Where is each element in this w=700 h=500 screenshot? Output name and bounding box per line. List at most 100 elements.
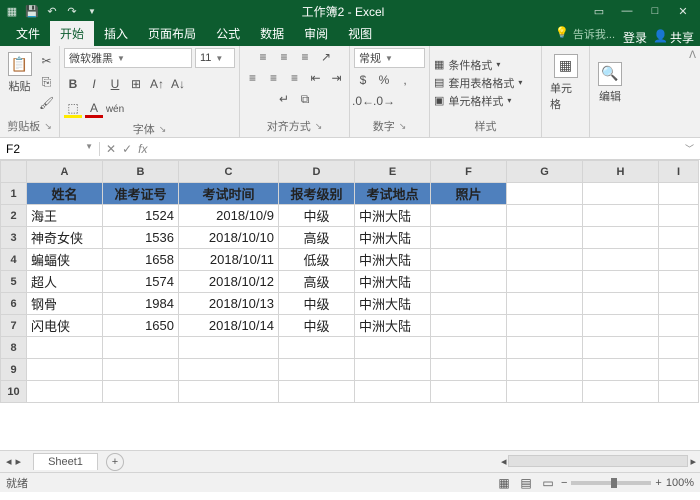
tab-公式[interactable]: 公式: [206, 21, 250, 46]
dialog-launcher-icon[interactable]: ↘: [159, 124, 167, 135]
increase-decimal-icon[interactable]: .0←: [354, 92, 372, 110]
cut-icon[interactable]: ✂: [38, 52, 56, 70]
phonetic-icon[interactable]: wén: [106, 100, 124, 118]
cell-D4[interactable]: 低级: [279, 249, 355, 271]
paste-button[interactable]: 📋 粘贴: [4, 50, 36, 112]
cell-I7[interactable]: [659, 315, 699, 337]
cell-A1[interactable]: 姓名: [27, 183, 103, 205]
zoom-level[interactable]: 100%: [666, 477, 694, 489]
cell-E1[interactable]: 考试地点: [355, 183, 431, 205]
tab-审阅[interactable]: 审阅: [294, 21, 338, 46]
cell-G9[interactable]: [507, 359, 583, 381]
editing-button[interactable]: 🔍编辑: [594, 60, 626, 106]
cell-C10[interactable]: [179, 381, 279, 403]
cell-styles-button[interactable]: ▣单元格样式▾: [434, 93, 522, 109]
cell-H8[interactable]: [583, 337, 659, 359]
cell-B10[interactable]: [103, 381, 179, 403]
cell-F7[interactable]: [431, 315, 507, 337]
expand-formula-icon[interactable]: ﹀: [679, 142, 700, 155]
cell-C7[interactable]: 2018/10/14: [179, 315, 279, 337]
col-header-A[interactable]: A: [27, 161, 103, 183]
maximize-icon[interactable]: □: [642, 3, 668, 19]
col-header-I[interactable]: I: [659, 161, 699, 183]
cell-B3[interactable]: 1536: [103, 227, 179, 249]
cell-H2[interactable]: [583, 205, 659, 227]
cell-B9[interactable]: [103, 359, 179, 381]
qat-dropdown-icon[interactable]: ▼: [84, 3, 100, 19]
col-header-H[interactable]: H: [583, 161, 659, 183]
cell-G10[interactable]: [507, 381, 583, 403]
cell-F9[interactable]: [431, 359, 507, 381]
format-painter-icon[interactable]: 🖌: [38, 94, 56, 112]
cell-B7[interactable]: 1650: [103, 315, 179, 337]
cell-D6[interactable]: 中级: [279, 293, 355, 315]
close-icon[interactable]: ✕: [670, 3, 696, 19]
number-format-combo[interactable]: 常规▼: [354, 48, 425, 68]
cell-B2[interactable]: 1524: [103, 205, 179, 227]
cell-G7[interactable]: [507, 315, 583, 337]
page-break-icon[interactable]: ▭: [539, 474, 557, 492]
cell-H4[interactable]: [583, 249, 659, 271]
cell-B5[interactable]: 1574: [103, 271, 179, 293]
italic-icon[interactable]: I: [85, 75, 103, 93]
row-header-1[interactable]: 1: [1, 183, 27, 205]
row-header-3[interactable]: 3: [1, 227, 27, 249]
cell-A6[interactable]: 钢骨: [27, 293, 103, 315]
col-header-E[interactable]: E: [355, 161, 431, 183]
align-right-icon[interactable]: ≡: [286, 69, 304, 87]
cell-I8[interactable]: [659, 337, 699, 359]
cell-I3[interactable]: [659, 227, 699, 249]
cell-I4[interactable]: [659, 249, 699, 271]
cell-F6[interactable]: [431, 293, 507, 315]
cell-A10[interactable]: [27, 381, 103, 403]
cell-H3[interactable]: [583, 227, 659, 249]
align-top-icon[interactable]: ≡: [254, 48, 272, 66]
cell-D10[interactable]: [279, 381, 355, 403]
cell-D8[interactable]: [279, 337, 355, 359]
copy-icon[interactable]: ⎘: [38, 73, 56, 91]
col-header-G[interactable]: G: [507, 161, 583, 183]
cell-C3[interactable]: 2018/10/10: [179, 227, 279, 249]
conditional-format-button[interactable]: ▦条件格式▾: [434, 57, 522, 73]
cell-E5[interactable]: 中洲大陆: [355, 271, 431, 293]
cell-F5[interactable]: [431, 271, 507, 293]
orientation-icon[interactable]: ↗: [317, 48, 335, 66]
increase-indent-icon[interactable]: ⇥: [328, 69, 346, 87]
cell-F1[interactable]: 照片: [431, 183, 507, 205]
col-header-B[interactable]: B: [103, 161, 179, 183]
cell-A2[interactable]: 海王: [27, 205, 103, 227]
cell-D5[interactable]: 高级: [279, 271, 355, 293]
cell-C4[interactable]: 2018/10/11: [179, 249, 279, 271]
col-header-C[interactable]: C: [179, 161, 279, 183]
cell-G4[interactable]: [507, 249, 583, 271]
currency-icon[interactable]: $: [354, 71, 372, 89]
cell-B6[interactable]: 1984: [103, 293, 179, 315]
login-link[interactable]: 登录: [623, 29, 647, 46]
sheet-tab[interactable]: Sheet1: [33, 453, 98, 470]
font-color-icon[interactable]: A: [85, 100, 103, 118]
cell-F3[interactable]: [431, 227, 507, 249]
zoom-slider[interactable]: [571, 481, 651, 485]
cell-E8[interactable]: [355, 337, 431, 359]
decrease-font-icon[interactable]: A↓: [169, 75, 187, 93]
row-header-8[interactable]: 8: [1, 337, 27, 359]
name-box[interactable]: F2▼: [0, 142, 100, 156]
decrease-decimal-icon[interactable]: .0→: [375, 92, 393, 110]
cell-C8[interactable]: [179, 337, 279, 359]
cell-E3[interactable]: 中洲大陆: [355, 227, 431, 249]
cell-H9[interactable]: [583, 359, 659, 381]
cell-C2[interactable]: 2018/10/9: [179, 205, 279, 227]
cell-G6[interactable]: [507, 293, 583, 315]
ribbon-display-icon[interactable]: ▭: [586, 3, 612, 19]
cell-G5[interactable]: [507, 271, 583, 293]
zoom-in-icon[interactable]: +: [655, 477, 661, 489]
cell-G1[interactable]: [507, 183, 583, 205]
row-header-10[interactable]: 10: [1, 381, 27, 403]
align-bottom-icon[interactable]: ≡: [296, 48, 314, 66]
bold-icon[interactable]: B: [64, 75, 82, 93]
fx-icon[interactable]: fx: [138, 142, 147, 156]
row-header-5[interactable]: 5: [1, 271, 27, 293]
sheet-nav-prev-icon[interactable]: ◂: [6, 455, 12, 468]
minimize-icon[interactable]: ―: [614, 3, 640, 19]
align-center-icon[interactable]: ≡: [265, 69, 283, 87]
